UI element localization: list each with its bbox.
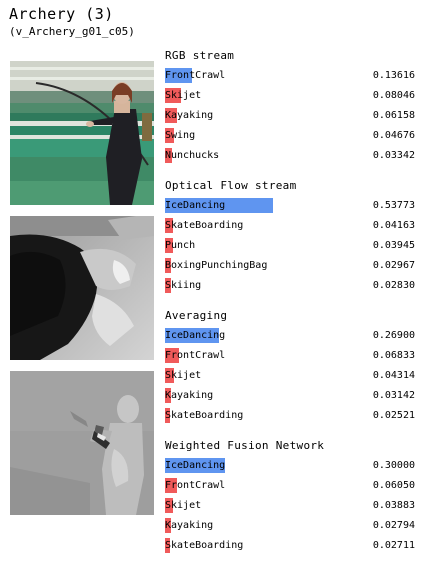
class-label: FrontCrawl — [165, 480, 226, 491]
prediction-row: IceDancing 0.26900 — [165, 326, 415, 346]
class-label: SkateBoarding — [165, 410, 244, 421]
video-id: (v_Archery_g01_c05) — [9, 25, 135, 38]
weighted-fusion-section: Weighted Fusion Network IceDancing 0.3000… — [165, 436, 415, 556]
prediction-row: IceDancing 0.30000 — [165, 456, 415, 476]
prediction-row: BoxingPunchingBag 0.02967 — [165, 256, 415, 276]
class-label: Kayaking — [165, 390, 214, 401]
prediction-row: SkateBoarding 0.04163 — [165, 216, 415, 236]
prediction-row: Skijet 0.04314 — [165, 366, 415, 386]
class-label: Skiing — [165, 280, 202, 291]
rgb-stream-section: RGB stream FrontCrawl 0.13616 Skijet 0.080… — [165, 46, 415, 166]
class-score: 0.02967 — [372, 260, 415, 271]
class-score: 0.04314 — [372, 370, 415, 381]
optical-flow-stream-section: Optical Flow stream IceDancing 0.53773 Sk… — [165, 176, 415, 296]
prediction-row: FrontCrawl 0.06050 — [165, 476, 415, 496]
prediction-row: Skiing 0.02830 — [165, 276, 415, 296]
class-label: Skijet — [165, 90, 202, 101]
optical-flow-y-image — [10, 371, 154, 515]
prediction-row: SkateBoarding 0.02711 — [165, 536, 415, 556]
class-score: 0.04163 — [372, 220, 415, 231]
class-label: FrontCrawl — [165, 70, 226, 81]
class-label: Skijet — [165, 500, 202, 511]
class-label: SkateBoarding — [165, 220, 244, 231]
class-label: Kayaking — [165, 520, 214, 531]
class-score: 0.04676 — [372, 130, 415, 141]
class-label: BoxingPunchingBag — [165, 260, 268, 271]
prediction-row: Nunchucks 0.03342 — [165, 146, 415, 166]
averaging-section: Averaging IceDancing 0.26900 FrontCrawl 0.… — [165, 306, 415, 426]
section-title: Weighted Fusion Network — [165, 439, 325, 452]
section-title: Averaging — [165, 309, 228, 322]
class-label: Skijet — [165, 370, 202, 381]
class-label: FrontCrawl — [165, 350, 226, 361]
prediction-row: Skijet 0.08046 — [165, 86, 415, 106]
prediction-row: Kayaking 0.03142 — [165, 386, 415, 406]
video-title: Archery (3) — [9, 5, 114, 23]
class-score: 0.02711 — [372, 540, 415, 551]
class-score: 0.13616 — [372, 70, 415, 81]
class-score: 0.26900 — [372, 330, 415, 341]
optical-flow-x-image — [10, 216, 154, 360]
prediction-row: IceDancing 0.53773 — [165, 196, 415, 216]
class-score: 0.02521 — [372, 410, 415, 421]
section-title: Optical Flow stream — [165, 179, 297, 192]
rgb-frame-image — [10, 61, 154, 205]
class-score: 0.08046 — [372, 90, 415, 101]
prediction-row: FrontCrawl 0.13616 — [165, 66, 415, 86]
prediction-row: Kayaking 0.02794 — [165, 516, 415, 536]
class-score: 0.06158 — [372, 110, 415, 121]
class-score: 0.03945 — [372, 240, 415, 251]
prediction-row: Skijet 0.03883 — [165, 496, 415, 516]
class-label: Swing — [165, 130, 196, 141]
class-label: Kayaking — [165, 110, 214, 121]
class-label: SkateBoarding — [165, 540, 244, 551]
class-score: 0.06050 — [372, 480, 415, 491]
class-label: Punch — [165, 240, 196, 251]
class-score: 0.53773 — [372, 200, 415, 211]
class-score: 0.02830 — [372, 280, 415, 291]
class-score: 0.03883 — [372, 500, 415, 511]
class-label: IceDancing — [165, 330, 226, 341]
prediction-row: Kayaking 0.06158 — [165, 106, 415, 126]
class-score: 0.02794 — [372, 520, 415, 531]
class-score: 0.30000 — [372, 460, 415, 471]
prediction-row: Swing 0.04676 — [165, 126, 415, 146]
class-score: 0.03342 — [372, 150, 415, 161]
class-label: Nunchucks — [165, 150, 220, 161]
prediction-row: FrontCrawl 0.06833 — [165, 346, 415, 366]
prediction-row: SkateBoarding 0.02521 — [165, 406, 415, 426]
class-score: 0.06833 — [372, 350, 415, 361]
class-score: 0.03142 — [372, 390, 415, 401]
section-title: RGB stream — [165, 49, 235, 62]
class-label: IceDancing — [165, 200, 226, 211]
class-label: IceDancing — [165, 460, 226, 471]
prediction-row: Punch 0.03945 — [165, 236, 415, 256]
